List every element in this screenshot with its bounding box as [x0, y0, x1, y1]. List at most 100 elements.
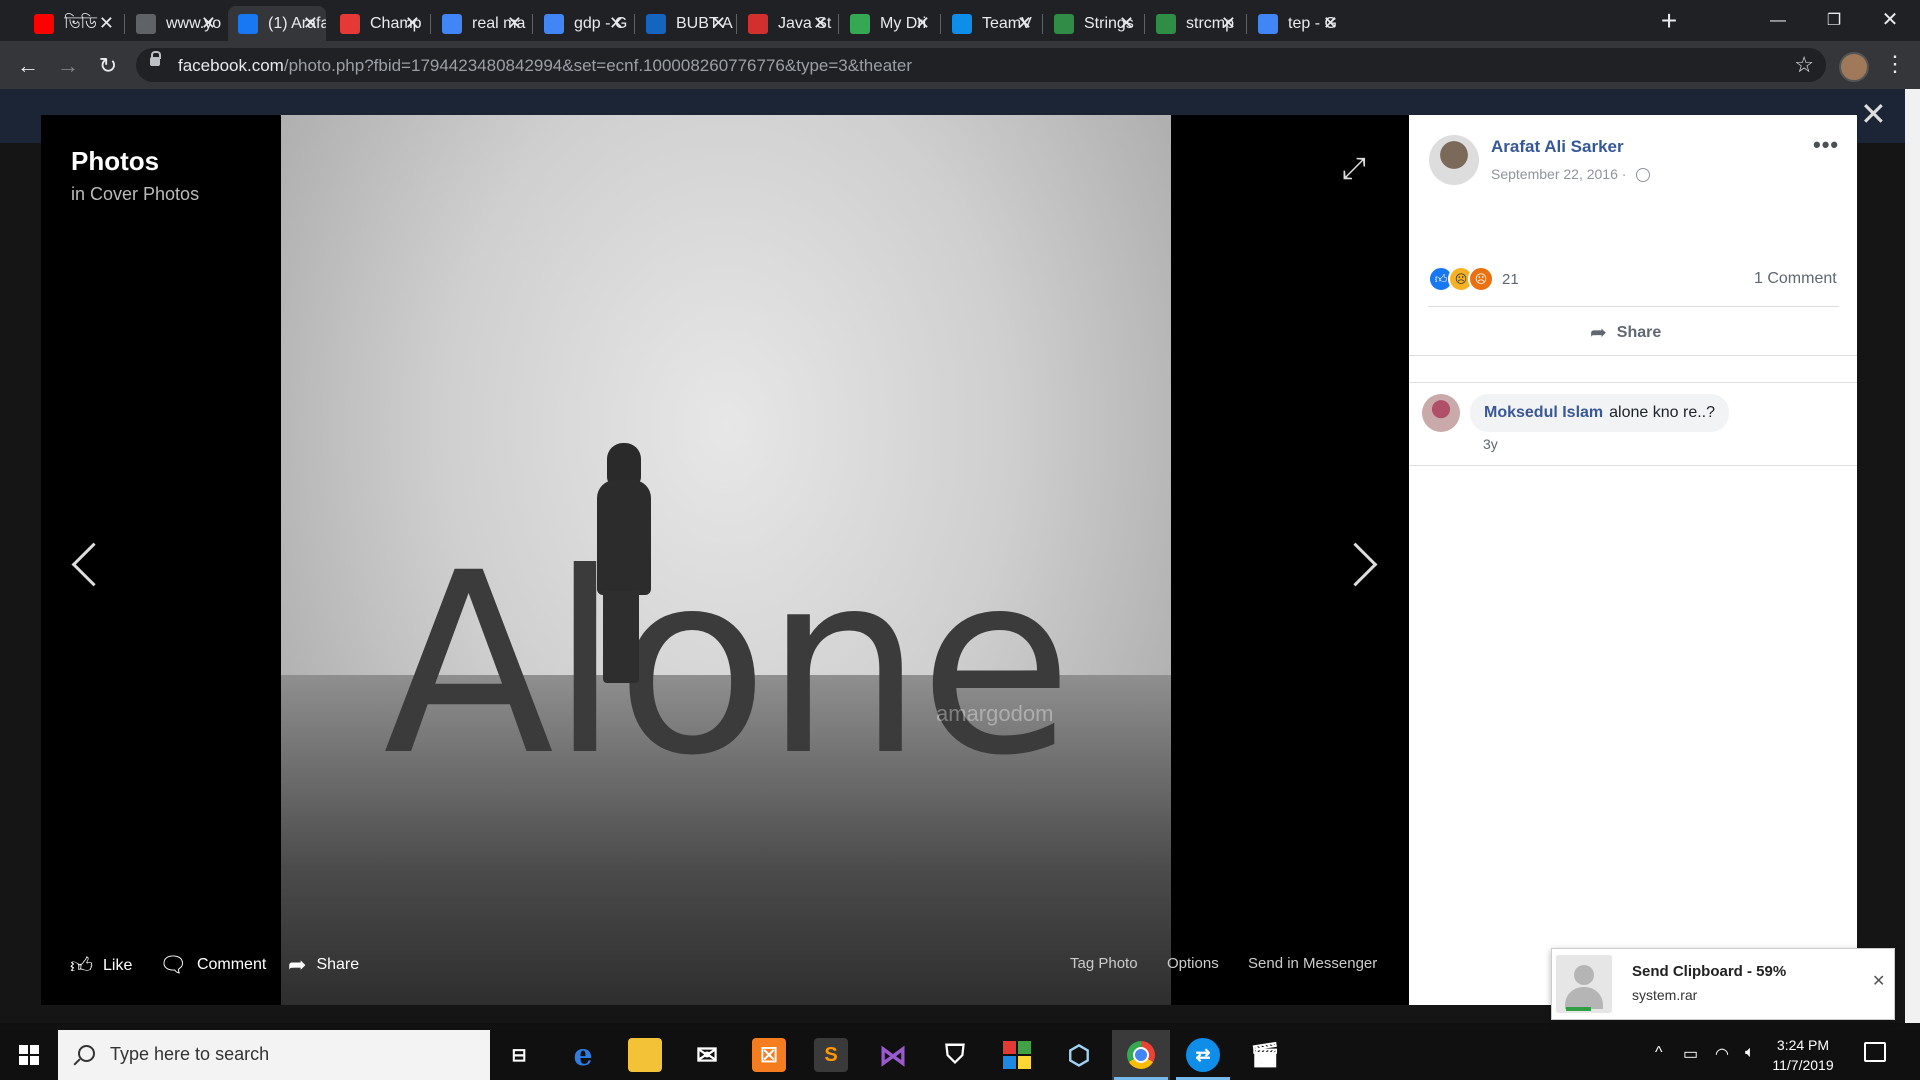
winrar-icon[interactable]: [1000, 1038, 1034, 1072]
forward-arrow-icon[interactable]: →: [52, 50, 84, 82]
post-date[interactable]: September 22, 2016 ·: [1491, 166, 1651, 183]
theater-subtitle[interactable]: in Cover Photos: [71, 184, 199, 205]
browser-tab[interactable]: gdp - G ✕: [534, 6, 632, 41]
bookmark-star-icon[interactable]: ☆: [1794, 52, 1814, 78]
facebook-icon: [238, 13, 258, 34]
lock-icon: [150, 51, 161, 66]
minimize-button[interactable]: —: [1750, 0, 1806, 41]
like-button[interactable]: 👍︎ Like: [70, 952, 132, 979]
sublime-text-icon[interactable]: S: [814, 1038, 848, 1072]
xampp-icon[interactable]: ☒: [752, 1038, 786, 1072]
taskbar-search-box[interactable]: Type here to search: [58, 1030, 490, 1080]
browser-menu-icon[interactable]: ⋮: [1884, 48, 1906, 80]
comment-label: Comment: [196, 956, 267, 973]
browser-tab[interactable]: (1) Arafat✕: [228, 6, 326, 41]
photo-caption-text: Alone: [383, 519, 1073, 810]
author-avatar[interactable]: [1429, 135, 1479, 185]
tag-photo-link[interactable]: Tag Photo: [1070, 955, 1138, 972]
notification-filename: system.rar: [1632, 987, 1698, 1003]
browser-tab[interactable]: strcmp ✕: [1146, 6, 1244, 41]
browser-tab[interactable]: www.yo ✕: [126, 6, 224, 41]
close-tab-icon[interactable]: ✕: [609, 13, 624, 34]
share-button[interactable]: ➦ Share: [288, 952, 359, 978]
divider: [1409, 382, 1857, 383]
close-tab-icon[interactable]: ✕: [1017, 13, 1032, 34]
fullscreen-expand-icon[interactable]: ⤢: [1342, 152, 1366, 186]
send-in-messenger-link[interactable]: Send in Messenger: [1248, 955, 1377, 972]
browser-tab[interactable]: ভিডি ✕: [24, 6, 122, 41]
search-placeholder: Type here to search: [110, 1044, 270, 1064]
photo-watermark: amargodom: [936, 701, 1054, 726]
more-options-icon[interactable]: •••: [1813, 132, 1839, 158]
mail-icon[interactable]: ✉: [690, 1038, 724, 1072]
visual-studio-icon[interactable]: ⋈: [876, 1038, 910, 1072]
back-arrow-icon[interactable]: ←: [12, 50, 44, 82]
commenter-name[interactable]: Moksedul Islam: [1484, 404, 1603, 422]
file-explorer-icon[interactable]: [628, 1038, 662, 1072]
edge-browser-icon[interactable]: e: [566, 1038, 600, 1073]
comment-time[interactable]: 3y: [1483, 436, 1498, 452]
photo-image[interactable]: Alone amargodom: [281, 115, 1171, 1005]
globe-icon: [1636, 168, 1651, 183]
options-link[interactable]: Options: [1167, 955, 1219, 972]
show-hidden-icons-chevron-icon[interactable]: ^: [1655, 1044, 1663, 1062]
browser-tab[interactable]: Champ ✕: [330, 6, 428, 41]
close-tab-icon[interactable]: ✕: [813, 13, 828, 34]
close-tab-icon[interactable]: ✕: [1323, 13, 1338, 34]
browser-tab[interactable]: tep - G ✕: [1248, 6, 1346, 41]
globe-icon: [136, 13, 156, 34]
send-clipboard-notification[interactable]: Send Clipboard - 59% system.rar ✕: [1551, 948, 1895, 1020]
close-tab-icon[interactable]: ✕: [303, 13, 318, 34]
page-scrollbar[interactable]: [1905, 89, 1920, 1023]
volume-icon[interactable]: 🔈︎: [1745, 1044, 1755, 1062]
reactions-summary[interactable]: 👍︎ ☹ ☹ 21: [1428, 266, 1519, 292]
comment-count-link[interactable]: 1 Comment: [1754, 270, 1837, 288]
wifi-icon[interactable]: ◠: [1715, 1044, 1729, 1064]
close-tab-icon[interactable]: ✕: [99, 13, 114, 34]
video-editor-icon[interactable]: 🎬︎: [1248, 1038, 1282, 1072]
browser-tab[interactable]: BUBT A ✕: [636, 6, 734, 41]
system-clock[interactable]: 3:24 PM 11/7/2019: [1758, 1035, 1848, 1075]
tab-separator: [634, 14, 635, 34]
tab-separator: [736, 14, 737, 34]
tab-separator: [1042, 14, 1043, 34]
close-tab-icon[interactable]: ✕: [405, 13, 420, 34]
share-label: Share: [316, 956, 360, 973]
comment-button[interactable]: 🗨︎ Comment: [159, 952, 266, 978]
action-center-icon[interactable]: [1864, 1042, 1886, 1062]
address-bar[interactable]: facebook.com/photo.php?fbid=179442348084…: [136, 48, 1826, 82]
tab-separator: [1246, 14, 1247, 34]
author-name[interactable]: Arafat Ali Sarker: [1491, 137, 1624, 157]
virtualbox-icon[interactable]: ⬡: [1062, 1038, 1096, 1072]
new-tab-button[interactable]: +: [1654, 6, 1684, 36]
close-notification-icon[interactable]: ✕: [1872, 971, 1885, 991]
tab-separator: [838, 14, 839, 34]
browser-tab[interactable]: Java St ✕: [738, 6, 836, 41]
restore-button[interactable]: ❐: [1806, 0, 1862, 41]
battery-icon[interactable]: ▭: [1683, 1044, 1698, 1064]
close-theater-icon[interactable]: ✕: [1860, 98, 1887, 130]
windows-start-icon[interactable]: [0, 1030, 58, 1080]
browser-tab[interactable]: Strings ✕: [1044, 6, 1142, 41]
close-tab-icon[interactable]: ✕: [1119, 13, 1134, 34]
browser-tab[interactable]: real ma ✕: [432, 6, 530, 41]
task-view-icon[interactable]: ⊟: [502, 1038, 536, 1072]
browser-tab[interactable]: My Dri ✕: [840, 6, 938, 41]
reload-icon[interactable]: ↻: [92, 50, 124, 82]
close-tab-icon[interactable]: ✕: [915, 13, 930, 34]
teamviewer-icon[interactable]: ⇄: [1186, 1038, 1220, 1072]
divider: [1428, 306, 1839, 307]
tab-separator: [532, 14, 533, 34]
comment-bubble: Moksedul Islam alone kno re..?: [1470, 394, 1730, 432]
close-window-button[interactable]: ✕: [1862, 0, 1918, 41]
browser-tab[interactable]: TeamV ✕: [942, 6, 1040, 41]
panel-share-button[interactable]: ➦ Share: [1590, 320, 1661, 345]
close-tab-icon[interactable]: ✕: [711, 13, 726, 34]
close-tab-icon[interactable]: ✕: [507, 13, 522, 34]
close-tab-icon[interactable]: ✕: [201, 13, 216, 34]
profile-avatar[interactable]: [1839, 52, 1869, 82]
commenter-avatar[interactable]: [1422, 394, 1460, 432]
chrome-icon[interactable]: [1124, 1038, 1158, 1072]
close-tab-icon[interactable]: ✕: [1221, 13, 1236, 34]
microsoft-store-icon[interactable]: ⛉: [938, 1038, 972, 1072]
